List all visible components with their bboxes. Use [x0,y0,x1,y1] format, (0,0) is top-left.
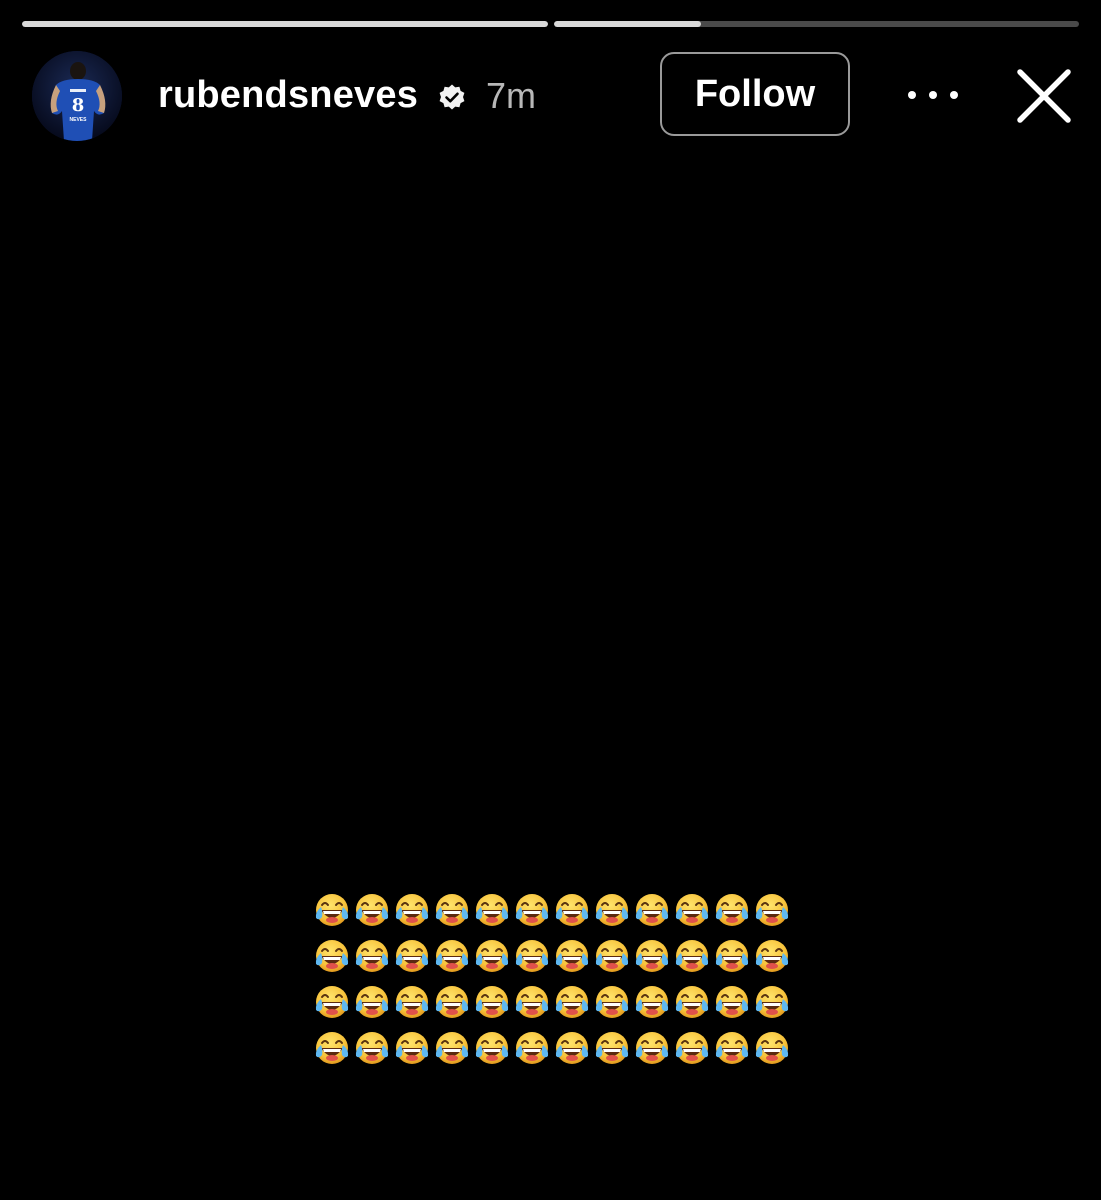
face-with-tears-of-joy-icon [632,890,672,930]
face-with-tears-of-joy-icon [312,936,352,976]
face-with-tears-of-joy-icon [432,1028,472,1068]
face-with-tears-of-joy-icon [352,890,392,930]
face-with-tears-of-joy-icon [712,936,752,976]
face-with-tears-of-joy-icon [552,982,592,1022]
more-dot [929,91,937,99]
face-with-tears-of-joy-icon [472,936,512,976]
more-options-icon[interactable] [908,88,958,102]
face-with-tears-of-joy-icon [472,982,512,1022]
face-with-tears-of-joy-icon [392,890,432,930]
face-with-tears-of-joy-icon [712,982,752,1022]
face-with-tears-of-joy-icon [592,982,632,1022]
face-with-tears-of-joy-icon [312,1028,352,1068]
face-with-tears-of-joy-icon [592,1028,632,1068]
progress-fill-2 [553,21,701,27]
face-with-tears-of-joy-icon [312,982,352,1022]
face-with-tears-of-joy-icon [712,1028,752,1068]
face-with-tears-of-joy-icon [512,1028,552,1068]
face-with-tears-of-joy-icon [752,1028,792,1068]
face-with-tears-of-joy-icon [672,1028,712,1068]
face-with-tears-of-joy-icon [392,982,432,1022]
face-with-tears-of-joy-icon [432,936,472,976]
story-emoji-text [312,890,792,1074]
face-with-tears-of-joy-icon [712,890,752,930]
face-with-tears-of-joy-icon [592,890,632,930]
face-with-tears-of-joy-icon [432,890,472,930]
username[interactable]: rubendsneves [158,74,418,117]
face-with-tears-of-joy-icon [392,1028,432,1068]
emoji-row [312,890,792,936]
face-with-tears-of-joy-icon [752,936,792,976]
close-icon[interactable] [1014,66,1074,126]
face-with-tears-of-joy-icon [352,936,392,976]
story-progress-bar [22,21,1079,27]
progress-fill-1 [22,21,548,27]
emoji-row [312,1028,792,1074]
face-with-tears-of-joy-icon [512,890,552,930]
face-with-tears-of-joy-icon [752,890,792,930]
svg-text:8: 8 [72,95,85,116]
post-timestamp: 7m [486,75,537,116]
story-header: 8 NEVES rubendsneves 7m Follow [32,50,1079,142]
face-with-tears-of-joy-icon [512,936,552,976]
emoji-row [312,982,792,1028]
face-with-tears-of-joy-icon [672,982,712,1022]
progress-segment-2 [553,21,1079,27]
face-with-tears-of-joy-icon [752,982,792,1022]
follow-button[interactable]: Follow [660,52,850,136]
face-with-tears-of-joy-icon [552,1028,592,1068]
emoji-row [312,936,792,982]
progress-segment-1 [22,21,548,27]
face-with-tears-of-joy-icon [632,982,672,1022]
svg-text:NEVES: NEVES [70,117,88,123]
avatar[interactable]: 8 NEVES [32,51,122,141]
face-with-tears-of-joy-icon [632,936,672,976]
face-with-tears-of-joy-icon [672,890,712,930]
more-dot [908,91,916,99]
face-with-tears-of-joy-icon [432,982,472,1022]
face-with-tears-of-joy-icon [472,1028,512,1068]
face-with-tears-of-joy-icon [512,982,552,1022]
face-with-tears-of-joy-icon [632,1028,672,1068]
face-with-tears-of-joy-icon [552,936,592,976]
face-with-tears-of-joy-icon [672,936,712,976]
more-dot [950,91,958,99]
face-with-tears-of-joy-icon [352,1028,392,1068]
face-with-tears-of-joy-icon [592,936,632,976]
face-with-tears-of-joy-icon [472,890,512,930]
verified-badge-icon [439,84,465,110]
avatar-image: 8 NEVES [32,51,122,141]
face-with-tears-of-joy-icon [352,982,392,1022]
face-with-tears-of-joy-icon [312,890,352,930]
face-with-tears-of-joy-icon [392,936,432,976]
face-with-tears-of-joy-icon [552,890,592,930]
